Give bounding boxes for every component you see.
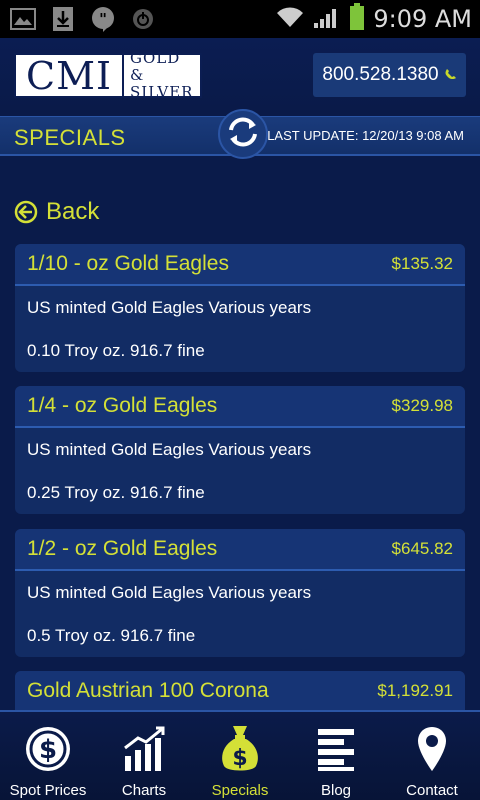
money-bag-icon: $: [215, 724, 265, 774]
cmi-logo[interactable]: CMI GOLD & SILVER: [14, 49, 202, 101]
product-card[interactable]: 1/4 - oz Gold Eagles $329.98 US minted G…: [15, 386, 465, 514]
phone-icon: [445, 67, 457, 83]
download-icon: [48, 6, 78, 32]
blog-icon: [311, 724, 361, 774]
product-card[interactable]: 1/2 - oz Gold Eagles $645.82 US minted G…: [15, 529, 465, 657]
page-title: SPECIALS: [14, 125, 126, 150]
last-update: LAST UPDATE: 12/20/13 9:08 AM: [267, 128, 464, 143]
back-arrow-icon: [14, 200, 38, 224]
nav-label: Contact: [406, 782, 458, 799]
logo-line-silver: SILVER: [130, 83, 194, 101]
bottom-navigation: $ Spot Prices Charts $ Specials Blog Con…: [0, 710, 480, 800]
product-card[interactable]: 1/10 - oz Gold Eagles $135.32 US minted …: [15, 244, 465, 372]
chart-icon: [119, 724, 169, 774]
svg-text:$: $: [39, 735, 57, 765]
app-header: CMI GOLD & SILVER 800.528.1380: [0, 38, 480, 116]
power-icon: [128, 6, 158, 32]
call-button[interactable]: 800.528.1380: [313, 53, 466, 97]
location-pin-icon: [407, 724, 457, 774]
product-price: $645.82: [391, 539, 453, 558]
gallery-icon: [8, 6, 38, 32]
product-title: 1/4 - oz Gold Eagles: [27, 394, 218, 417]
product-spec: 0.10 Troy oz. 916.7 fine: [27, 340, 205, 360]
product-description: US minted Gold Eagles Various years: [27, 582, 312, 602]
product-price: $1,192.91: [377, 681, 453, 700]
battery-icon: [349, 2, 365, 36]
nav-spot-prices[interactable]: $ Spot Prices: [0, 712, 96, 800]
product-description: US minted Gold Eagles Various years: [27, 297, 312, 317]
nav-blog[interactable]: Blog: [288, 712, 384, 800]
nav-specials[interactable]: $ Specials: [192, 712, 288, 800]
product-price: $329.98: [391, 396, 453, 415]
hangouts-icon: ": [88, 6, 118, 32]
refresh-button[interactable]: [218, 109, 268, 159]
product-spec: 0.25 Troy oz. 916.7 fine: [27, 482, 205, 502]
clock: 9:09 AM: [373, 5, 472, 33]
refresh-icon: [225, 114, 261, 155]
back-label: Back: [46, 198, 100, 225]
product-title: Gold Austrian 100 Corona: [27, 679, 269, 702]
product-description: US minted Gold Eagles Various years: [27, 439, 312, 459]
logo-main-text: CMI: [16, 54, 124, 98]
dollar-icon: $: [23, 724, 73, 774]
nav-contact[interactable]: Contact: [384, 712, 480, 800]
nav-label: Blog: [320, 782, 352, 799]
phone-number: 800.528.1380: [322, 64, 439, 85]
nav-label: Charts: [121, 782, 167, 799]
status-bar: " 9:09 AM: [0, 0, 480, 38]
nav-charts[interactable]: Charts: [96, 712, 192, 800]
section-title-bar: SPECIALS LAST UPDATE: 12/20/13 9:08 AM: [0, 109, 480, 159]
wifi-icon: [275, 5, 305, 34]
back-button[interactable]: Back: [14, 198, 99, 226]
svg-text:": ": [99, 10, 107, 28]
product-title: 1/10 - oz Gold Eagles: [27, 252, 229, 275]
svg-text:$: $: [232, 746, 247, 771]
logo-line-gold: GOLD &: [130, 49, 181, 84]
product-spec: 0.5 Troy oz. 916.7 fine: [27, 625, 196, 645]
signal-icon: [313, 5, 341, 34]
nav-label: Specials: [211, 782, 269, 799]
product-title: 1/2 - oz Gold Eagles: [27, 537, 218, 560]
product-price: $135.32: [391, 254, 453, 273]
nav-label: Spot Prices: [9, 782, 87, 799]
